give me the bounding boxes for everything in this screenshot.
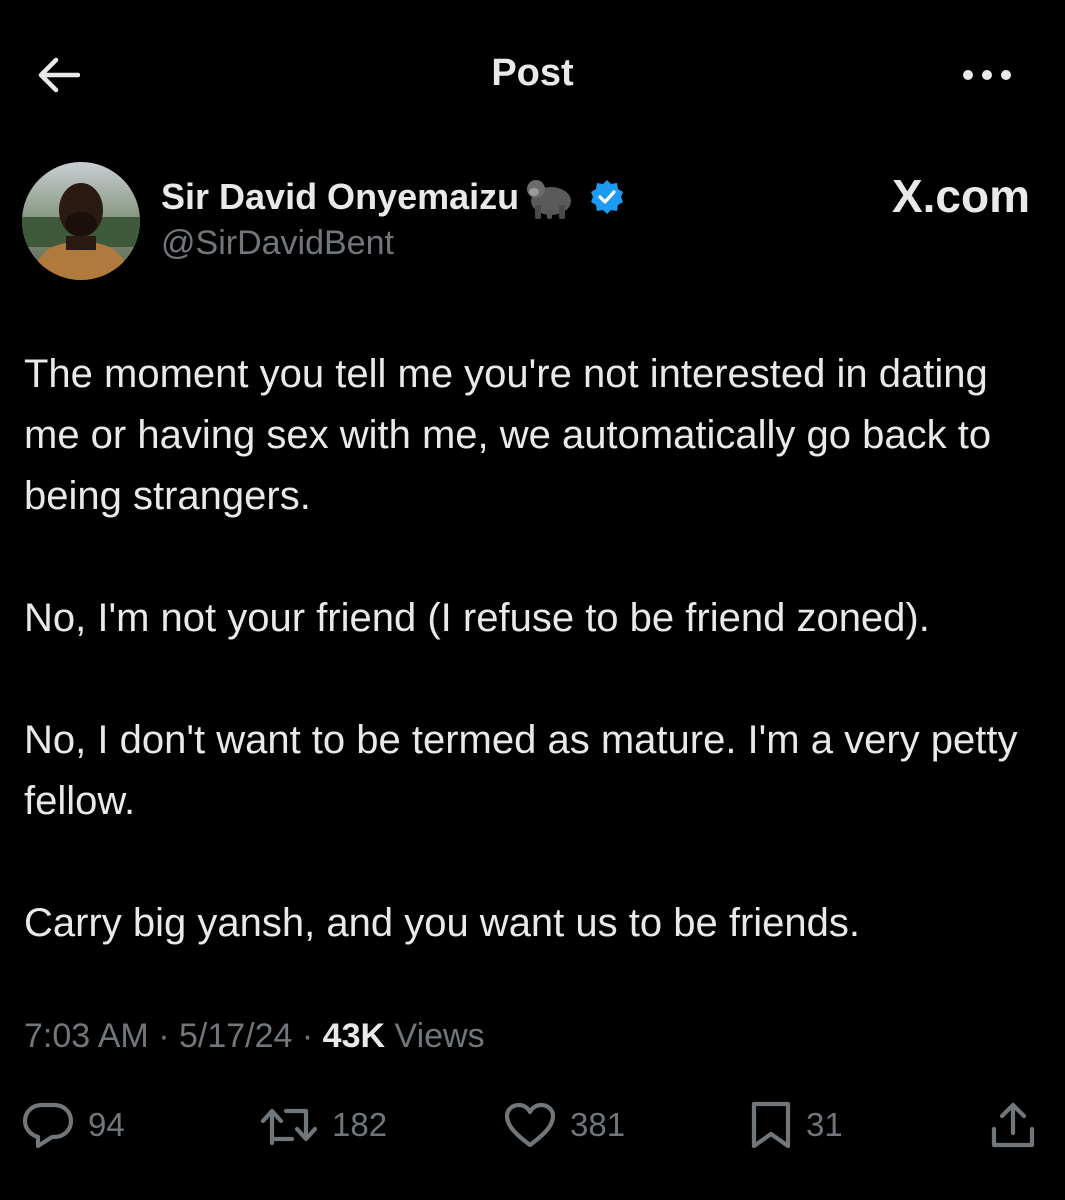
- post-paragraph: Carry big yansh, and you want us to be f…: [24, 901, 861, 945]
- avatar[interactable]: [22, 162, 140, 280]
- more-horizontal-icon: [963, 70, 1011, 80]
- reply-count: 94: [88, 1106, 125, 1143]
- meta-separator: ·: [301, 1017, 314, 1055]
- reply-icon: [22, 1102, 74, 1149]
- meta-separator: ·: [158, 1017, 170, 1055]
- reply-button[interactable]: 94: [22, 1090, 125, 1160]
- post-time[interactable]: 7:03 AM: [24, 1017, 149, 1055]
- repost-icon: [260, 1108, 318, 1146]
- action-bar: 94 182 381 31: [0, 1090, 1065, 1160]
- share-icon: [991, 1102, 1035, 1148]
- bookmark-button[interactable]: 31: [750, 1090, 843, 1160]
- back-button[interactable]: [30, 50, 86, 100]
- arrow-left-icon: [38, 57, 80, 93]
- more-options-button[interactable]: [955, 55, 1019, 95]
- author-name-row[interactable]: Sir David Onyemaizu: [161, 172, 625, 222]
- post-paragraph: No, I'm not your friend (I refuse to be …: [24, 596, 930, 640]
- verified-badge-icon: [589, 179, 625, 215]
- views-label[interactable]: Views: [395, 1017, 485, 1055]
- share-button[interactable]: [990, 1090, 1036, 1160]
- page-title: Post: [491, 52, 574, 94]
- like-button[interactable]: 381: [504, 1090, 625, 1160]
- views-count[interactable]: 43K: [323, 1017, 385, 1055]
- author-name[interactable]: Sir David Onyemaizu: [161, 176, 519, 218]
- post-paragraph: No, I don't want to be termed as mature.…: [24, 718, 1018, 823]
- bookmark-count: 31: [806, 1106, 843, 1143]
- post-body: The moment you tell me you're not intere…: [24, 344, 1054, 954]
- repost-count: 182: [332, 1106, 388, 1143]
- heart-icon: [504, 1102, 556, 1148]
- post-date[interactable]: 5/17/24: [179, 1017, 292, 1055]
- like-count: 381: [570, 1106, 626, 1143]
- post-paragraph: The moment you tell me you're not intere…: [24, 352, 992, 518]
- bookmark-icon: [751, 1101, 791, 1149]
- post-meta: 7:03 AM · 5/17/24 · 43K Views: [24, 1017, 485, 1056]
- repost-button[interactable]: 182: [260, 1090, 387, 1160]
- top-bar: Post: [0, 0, 1065, 150]
- gorilla-emoji-icon: [521, 175, 577, 219]
- author-handle[interactable]: @SirDavidBent: [161, 224, 394, 263]
- watermark: X.com: [891, 170, 1030, 222]
